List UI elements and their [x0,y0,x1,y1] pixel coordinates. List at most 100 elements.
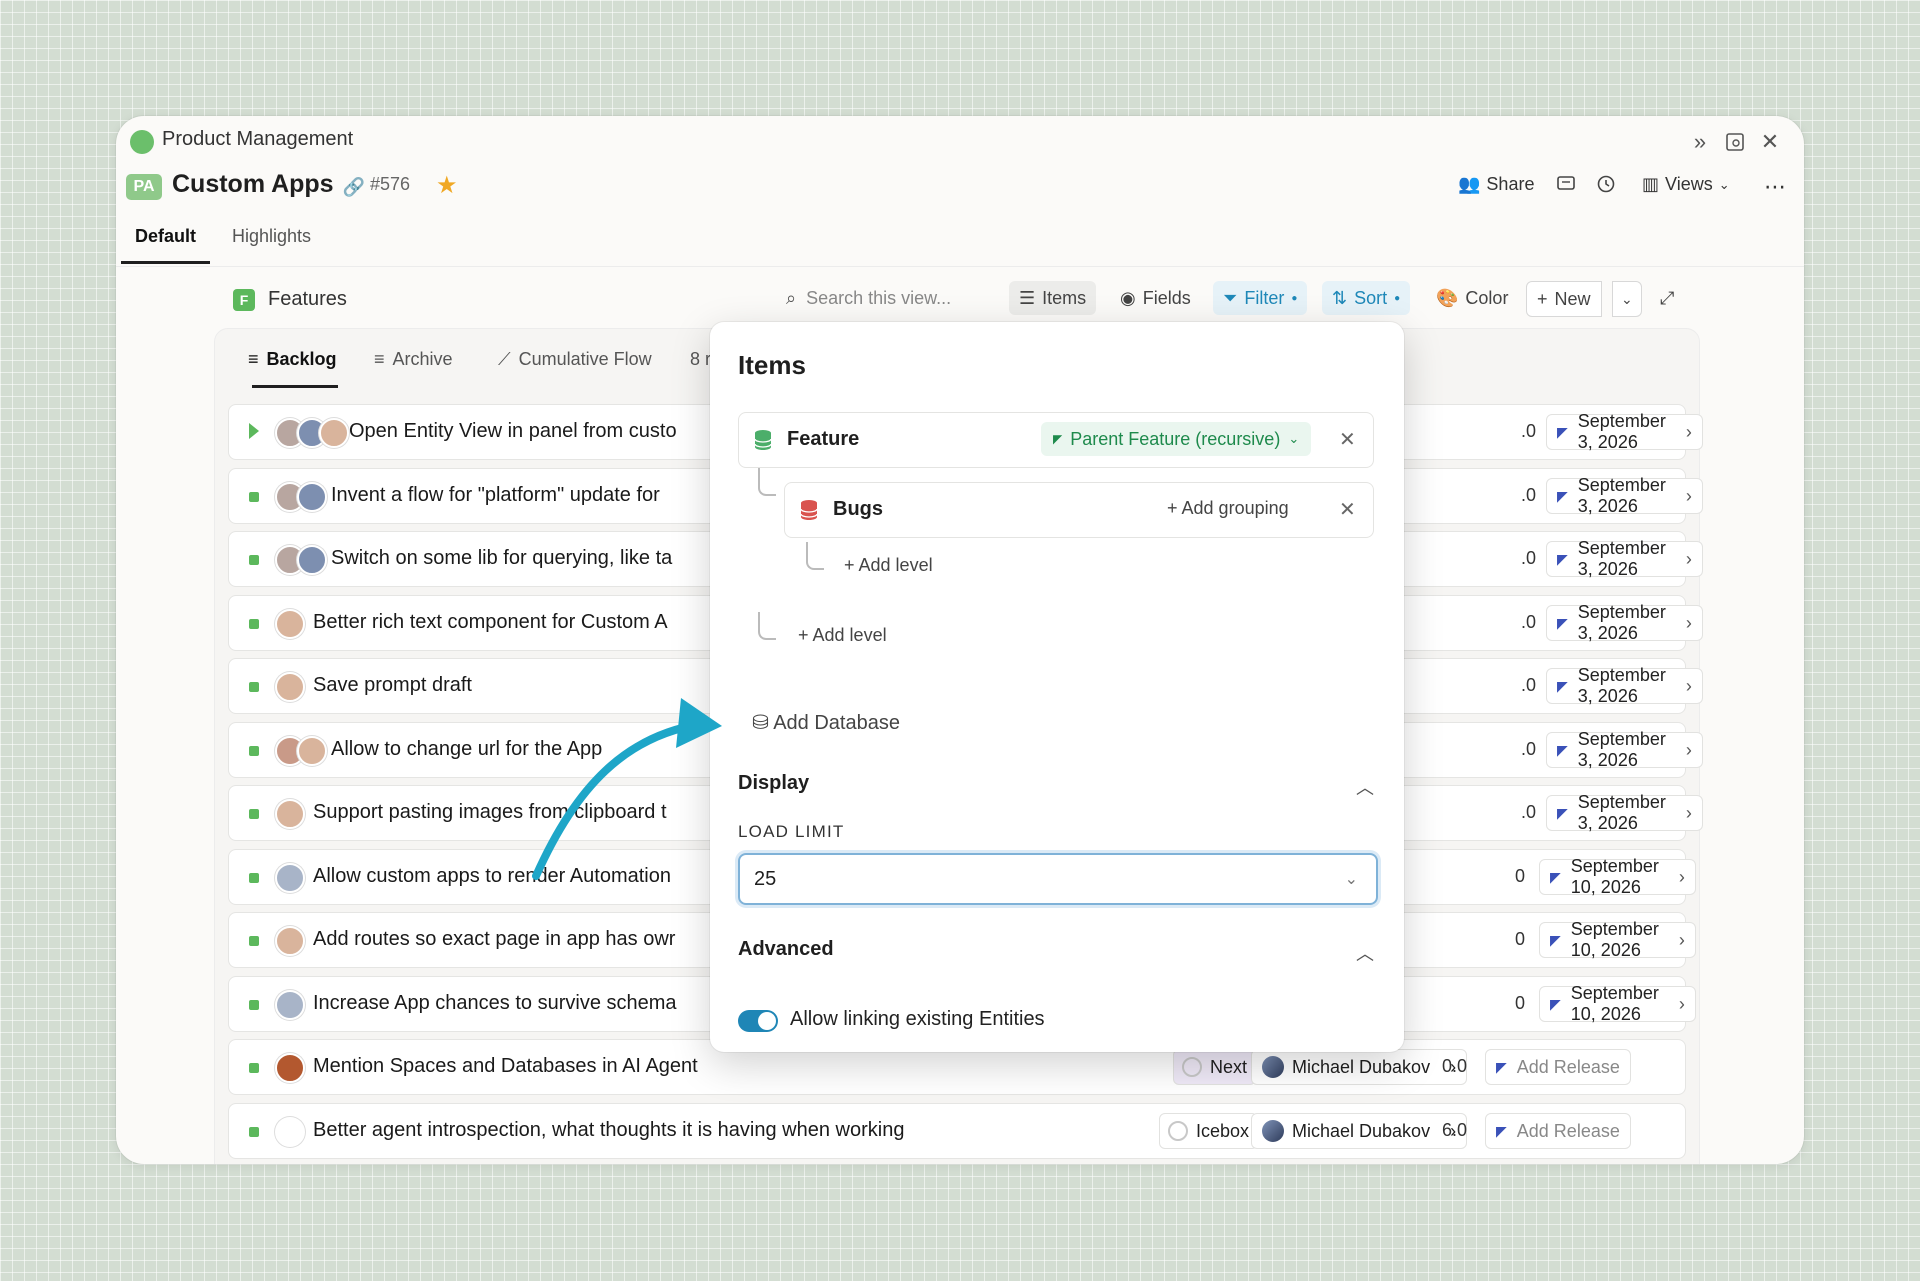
avatar [275,672,305,702]
owner-chip[interactable]: Michael Dubakov › [1251,1113,1468,1149]
chart-icon: ⟋ [498,349,511,369]
star-icon[interactable]: ★ [436,171,458,200]
items-button[interactable]: ☰ Items [1009,281,1097,315]
more-icon[interactable]: ⋯ [1764,174,1786,200]
release-date-chip[interactable]: ◤ September 3, 2026 › [1546,602,1703,643]
grouping-feature[interactable]: Feature ◤ Parent Feature (recursive) ⌄ ✕ [738,412,1374,468]
status-ring-icon [1182,1057,1202,1077]
status-chip[interactable]: Next [1173,1049,1257,1085]
add-grouping-button[interactable]: + Add grouping [1167,498,1289,519]
filter-button[interactable]: ⏷ Filter ● [1213,281,1308,315]
chevron-right-icon: › [1685,421,1692,442]
fields-button[interactable]: ◉ Fields [1110,281,1201,315]
parent-feature-select[interactable]: ◤ Parent Feature (recursive) ⌄ [1041,422,1312,456]
row-estimate: .0 [1521,485,1537,505]
release-date: September 3, 2026 [1577,475,1666,516]
close-icon[interactable]: ✕ [1756,128,1784,156]
share-label: Share [1486,174,1535,194]
release-date: September 10, 2026 [1570,856,1659,897]
section-title: Features [268,288,347,310]
app-logo-icon [130,130,154,154]
status-label: Icebox [1196,1120,1250,1141]
owner-chip[interactable]: Michael Dubakov › [1251,1049,1468,1085]
release-date-chip[interactable]: ◤ September 3, 2026 › [1546,475,1703,516]
search-icon: ⌕ [786,288,797,308]
issue-number[interactable]: #576 [370,174,410,195]
avatar [275,799,305,829]
release-date: September 3, 2026 [1577,411,1666,452]
add-grouping-label: Add grouping [1181,498,1289,518]
color-button[interactable]: 🎨 Color [1426,281,1518,315]
release-date: September 3, 2026 [1577,792,1666,833]
expand-panel-icon[interactable]: » [1686,128,1714,156]
tab-divider [116,266,1804,267]
add-database-label: Add Database [773,712,900,734]
release-date-chip[interactable]: ◤ September 3, 2026 › [1546,792,1703,833]
users-icon: 👥 [1458,174,1481,194]
status-chip[interactable]: Icebox [1159,1113,1259,1149]
views-button[interactable]: ▥ Views ⌄ [1642,174,1730,195]
avatar-group [275,736,327,766]
chevron-down-icon: ⌄ [1621,290,1633,307]
release-date: September 3, 2026 [1577,538,1666,579]
view-tab-backlog[interactable]: ≡ Backlog [248,349,337,370]
status-label: Next [1210,1056,1248,1077]
view-tab-archive[interactable]: ≡ Archive [374,349,453,370]
release-date: September 3, 2026 [1577,602,1666,643]
new-dropdown-button[interactable]: ⌄ [1612,281,1642,317]
plus-icon: + [798,625,813,645]
release-date-chip[interactable]: ◤ September 3, 2026 › [1546,538,1703,579]
new-button[interactable]: + New [1526,281,1602,317]
view-tab-more[interactable]: 8 r [690,349,711,370]
grouping-bugs[interactable]: Bugs + Add grouping ✕ [784,482,1374,538]
share-button[interactable]: 👥 Share [1458,174,1534,195]
remove-grouping-icon[interactable]: ✕ [1339,497,1356,522]
load-limit-select[interactable]: 25 ⌄ [738,853,1378,905]
release-date-chip[interactable]: ◤ September 10, 2026 › [1539,983,1696,1024]
release-date-chip[interactable]: ◤ September 3, 2026 › [1546,729,1703,770]
release-date-chip[interactable]: ◤ September 10, 2026 › [1539,919,1696,960]
tab-default[interactable]: Default [121,226,211,264]
tab-highlights[interactable]: Highlights [218,226,325,261]
flag-icon: ◤ [1557,804,1568,821]
add-level-button[interactable]: + Add level [798,625,887,646]
avatar [297,482,327,512]
allow-linking-toggle[interactable] [738,1010,778,1032]
chevron-up-icon[interactable]: ︿ [1356,940,1374,966]
add-release-chip[interactable]: ◤ Add Release [1485,1113,1631,1149]
avatar-group [275,990,305,1020]
release-date-chip[interactable]: ◤ September 3, 2026 › [1546,411,1703,452]
row-estimate: 6.0 [1442,1120,1468,1140]
release-date-chip[interactable]: ◤ September 3, 2026 › [1546,665,1703,706]
fullscreen-icon[interactable]: ⤢ [1650,281,1684,315]
remove-grouping-icon[interactable]: ✕ [1339,427,1356,452]
advanced-heading[interactable]: Advanced [738,938,834,961]
comments-icon[interactable] [1556,174,1576,194]
plus-icon: + [1537,288,1548,309]
link-icon[interactable]: 🔗 [341,174,367,200]
history-icon[interactable] [1596,174,1616,194]
row-title: Mention Spaces and Databases in AI Agent [313,1055,698,1077]
avatar [275,863,305,893]
flag-icon: ◤ [1550,931,1561,948]
add-release-chip[interactable]: ◤ Add Release [1485,1049,1631,1085]
avatar [1262,1056,1284,1078]
items-label: Items [1042,287,1087,308]
status-dot [249,1063,259,1073]
search-input[interactable]: ⌕ Search this view... [786,288,951,309]
row-title: Open Entity View in panel from custo [349,420,677,442]
add-level-button[interactable]: + Add level [844,555,933,576]
chevron-right-icon: › [1685,739,1692,760]
chevron-up-icon[interactable]: ︿ [1356,774,1374,800]
table-row[interactable]: Better agent introspection, what thought… [228,1103,1686,1159]
sort-button[interactable]: ⇅ Sort ● [1322,281,1411,315]
chevron-right-icon: › [1685,548,1692,569]
tree-connector [758,612,776,640]
add-database-button[interactable]: ⛁ Add Database [752,710,900,735]
view-tab-cumulative-flow[interactable]: ⟋ Cumulative Flow [498,349,652,370]
expand-icon[interactable] [249,423,259,439]
avatar-group [275,926,305,956]
release-date-chip[interactable]: ◤ September 10, 2026 › [1539,856,1696,897]
views-icon: ▥ [1642,174,1660,194]
open-window-icon[interactable] [1721,128,1749,156]
